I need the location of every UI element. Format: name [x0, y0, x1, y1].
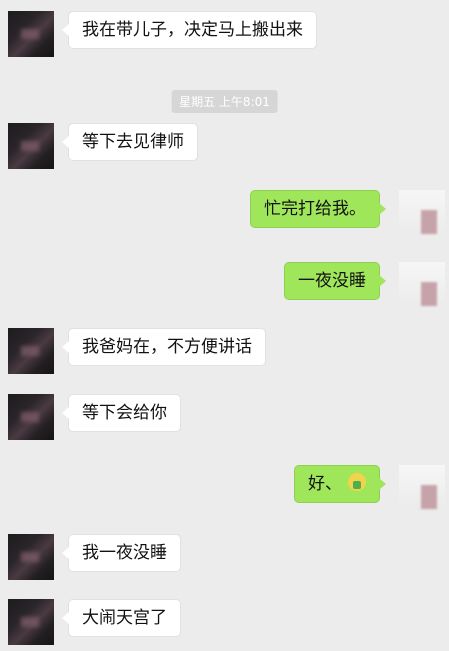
- message-bubble[interactable]: 我在带儿子，决定马上搬出来: [62, 11, 317, 49]
- contact-avatar[interactable]: [8, 328, 54, 374]
- my-avatar[interactable]: [399, 262, 445, 308]
- message-row: 我在带儿子，决定马上搬出来: [0, 6, 449, 62]
- emoji-icon: [348, 473, 366, 491]
- message-bubble[interactable]: 我一夜没睡: [62, 534, 181, 572]
- contact-avatar[interactable]: [8, 123, 54, 169]
- contact-avatar[interactable]: [8, 11, 54, 57]
- message-row: 大闹天宫了: [0, 594, 449, 650]
- message-bubble[interactable]: 好、: [294, 465, 386, 503]
- contact-avatar[interactable]: [8, 534, 54, 580]
- message-bubble[interactable]: 一夜没睡: [284, 262, 386, 300]
- message-bubble[interactable]: 大闹天宫了: [62, 599, 181, 637]
- contact-avatar[interactable]: [8, 599, 54, 645]
- contact-avatar[interactable]: [8, 394, 54, 440]
- message-bubble[interactable]: 忙完打给我。: [250, 190, 386, 228]
- my-avatar[interactable]: [399, 465, 445, 511]
- message-bubble[interactable]: 等下去见律师: [62, 123, 198, 161]
- message-row: 忙完打给我。: [0, 185, 449, 241]
- message-bubble[interactable]: 等下会给你: [62, 394, 181, 432]
- message-row: 等下去见律师: [0, 118, 449, 174]
- message-row: 一夜没睡: [0, 257, 449, 313]
- message-row: 我一夜没睡: [0, 529, 449, 585]
- message-row: 等下会给你: [0, 389, 449, 445]
- timestamp-label: 星期五 上午8:01: [171, 90, 278, 113]
- my-avatar[interactable]: [399, 190, 445, 236]
- message-text: 好、: [308, 474, 342, 494]
- message-row: 我爸妈在，不方便讲话: [0, 323, 449, 379]
- message-row: 好、: [0, 460, 449, 516]
- message-bubble[interactable]: 我爸妈在，不方便讲话: [62, 328, 266, 366]
